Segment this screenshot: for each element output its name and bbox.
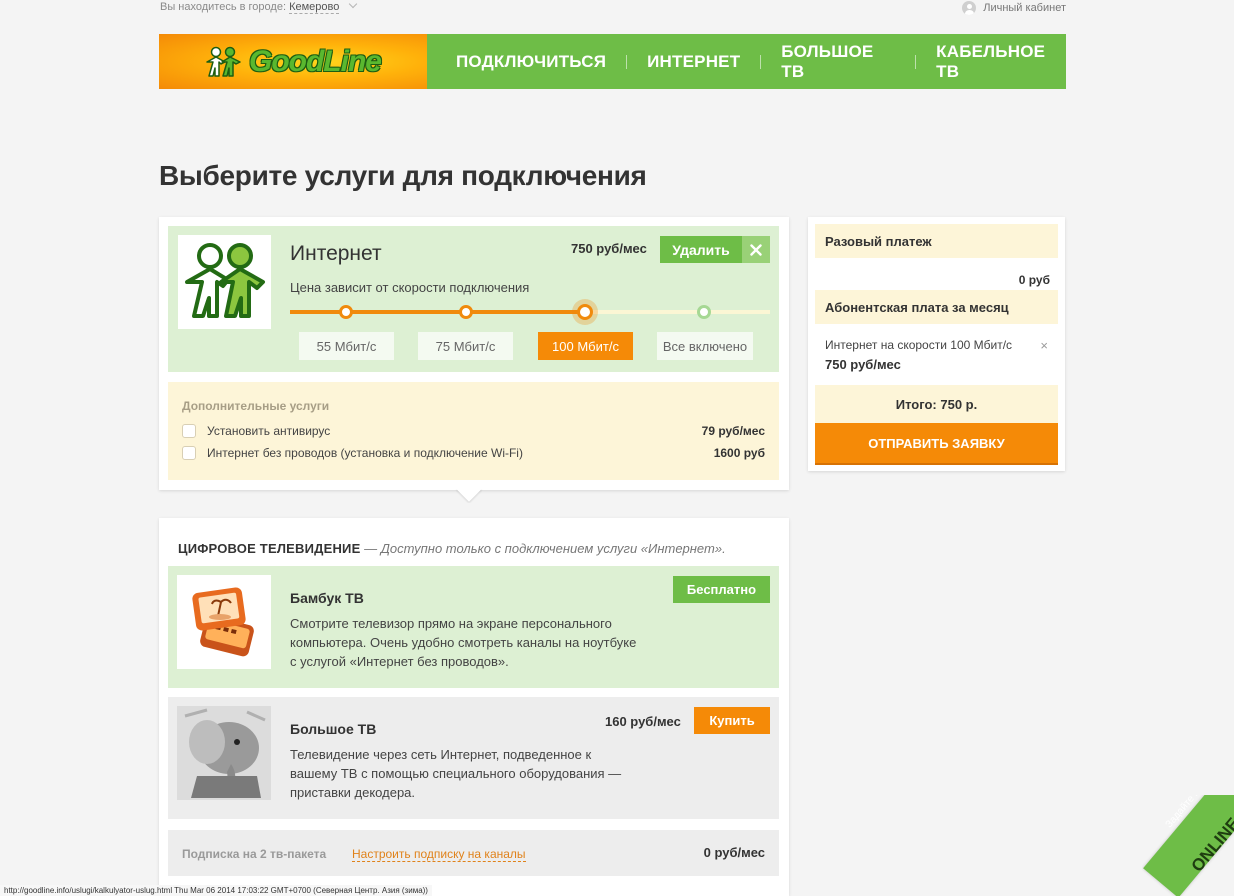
addon-label[interactable]: Установить антивирус xyxy=(207,424,330,438)
digital-tv-note: — Доступно только с подключением услуги … xyxy=(364,541,726,556)
cabinet-label: Личный кабинет xyxy=(983,2,1066,14)
free-button[interactable]: Бесплатно xyxy=(673,576,770,603)
configure-subscription-link[interactable]: Настроить подписку на каналы xyxy=(352,847,526,862)
slider-stop-55[interactable] xyxy=(339,305,353,319)
speed-slider[interactable] xyxy=(290,302,770,322)
monthly-payment-heading: Абонентская плата за месяц xyxy=(815,290,1058,324)
close-icon[interactable] xyxy=(742,236,770,263)
internet-thumbnail xyxy=(178,235,271,329)
subscription-price: 0 руб/мес xyxy=(703,845,765,860)
submit-order-button[interactable]: ОТПРАВИТЬ ЗАЯВКУ xyxy=(815,423,1058,463)
speed-option-all[interactable]: Все включено xyxy=(657,332,753,360)
antivirus-checkbox[interactable] xyxy=(182,424,196,438)
chevron-down-icon[interactable] xyxy=(349,0,358,9)
remove-item-icon[interactable]: × xyxy=(1040,338,1048,353)
logo-people-icon xyxy=(206,46,241,77)
big-tv-description: Телевидение через сеть Интернет, подведе… xyxy=(290,747,622,800)
speed-hint: Цена зависит от скорости подключения xyxy=(290,280,530,295)
slider-stop-all[interactable] xyxy=(697,305,711,319)
speed-option-75[interactable]: 75 Мбит/с xyxy=(418,332,513,360)
nav-item-cable-tv[interactable]: КАБЕЛЬНОЕ ТВ xyxy=(936,42,1066,82)
site-header: GoodLine ПОДКЛЮЧИТЬСЯ ИНТЕРНЕТ БОЛЬШОЕ Т… xyxy=(159,34,1066,89)
page-title: Выберите услуги для подключения xyxy=(159,160,647,191)
personal-cabinet-link[interactable]: Личный кабинет xyxy=(962,1,1066,15)
user-icon xyxy=(962,1,977,15)
bambuk-tv-thumbnail xyxy=(177,575,271,669)
addon-price: 1600 руб xyxy=(713,446,765,460)
internet-service-card: Интернет 750 руб/мес Удалить Цена зависи… xyxy=(168,226,779,372)
nav-divider xyxy=(760,54,762,69)
nav-item-connect[interactable]: ПОДКЛЮЧИТЬСЯ xyxy=(456,52,606,72)
nav-divider xyxy=(915,54,917,69)
tv-subscription-row: Подписка на 2 тв-пакета Настроить подпис… xyxy=(168,830,779,876)
bambuk-tv-description: Смотрите телевизор прямо на экране персо… xyxy=(290,616,637,669)
tv-card-big-tv: Большое ТВ Телевидение через сеть Интерн… xyxy=(168,697,779,819)
online-question-badge[interactable]: Задайте вопрос ONLINE xyxy=(1142,795,1234,896)
total-amount: Итого: 750 р. xyxy=(815,385,1058,423)
big-tv-thumbnail xyxy=(177,706,271,800)
delete-button[interactable]: Удалить xyxy=(660,236,770,263)
browser-status-url: http://goodline.info/uslugi/kalkulyator-… xyxy=(0,885,432,896)
addon-label[interactable]: Интернет без проводов (установка и подкл… xyxy=(207,446,523,460)
big-tv-title: Большое ТВ xyxy=(290,721,377,737)
city-link[interactable]: Кемерово xyxy=(289,1,340,14)
internet-title: Интернет xyxy=(290,242,382,265)
city-selector[interactable]: Вы находитесь в городе: Кемерово xyxy=(160,0,358,14)
buy-button[interactable]: Купить xyxy=(694,707,770,734)
internet-price: 750 руб/мес xyxy=(571,241,647,256)
additional-services: Дополнительные услуги Установить антивир… xyxy=(168,382,779,480)
tablet-tv-icon xyxy=(192,587,254,657)
speed-option-100[interactable]: 100 Мбит/с xyxy=(538,332,633,360)
city-prefix: Вы находитесь в городе: xyxy=(160,1,287,13)
logo-text: GoodLine xyxy=(249,44,382,78)
nav-item-big-tv[interactable]: БОЛЬШОЕ ТВ xyxy=(781,42,895,82)
digital-tv-title: ЦИФРОВОЕ ТЕЛЕВИДЕНИЕ xyxy=(178,541,361,556)
nav-divider xyxy=(626,54,628,69)
slider-track-fill xyxy=(290,310,585,314)
bambuk-tv-title: Бамбук ТВ xyxy=(290,590,364,606)
big-tv-price: 160 руб/мес xyxy=(605,714,681,729)
people-logo-icon xyxy=(184,243,265,318)
delete-button-label: Удалить xyxy=(672,241,730,258)
section-pointer xyxy=(455,489,483,503)
slider-handle[interactable] xyxy=(577,304,593,320)
monthly-item-label: Интернет на скорости 100 Мбит/с xyxy=(825,338,1013,352)
main-nav: ПОДКЛЮЧИТЬСЯ ИНТЕРНЕТ БОЛЬШОЕ ТВ КАБЕЛЬН… xyxy=(427,34,1066,89)
wifi-checkbox[interactable] xyxy=(182,446,196,460)
top-bar: Вы находитесь в городе: Кемерово Личный … xyxy=(160,0,1066,18)
one-time-payment-value: 0 руб xyxy=(1018,273,1050,287)
subscription-label: Подписка на 2 тв-пакета xyxy=(182,847,327,861)
monthly-item-price: 750 руб/мес xyxy=(825,357,901,372)
digital-tv-heading: ЦИФРОВОЕ ТЕЛЕВИДЕНИЕ — Доступно только с… xyxy=(178,541,726,556)
tv-card-bambuk: Бамбук ТВ Смотрите телевизор прямо на эк… xyxy=(168,566,779,688)
addon-row: Установить антивирус 79 руб/мес xyxy=(182,422,765,440)
logo[interactable]: GoodLine xyxy=(159,34,427,89)
monthly-item: Интернет на скорости 100 Мбит/с 750 руб/… xyxy=(815,338,1058,374)
speed-option-55[interactable]: 55 Мбит/с xyxy=(299,332,394,360)
nav-item-internet[interactable]: ИНТЕРНЕТ xyxy=(647,52,740,72)
addons-title: Дополнительные услуги xyxy=(182,399,330,413)
addon-row: Интернет без проводов (установка и подкл… xyxy=(182,444,765,462)
elephant-icon xyxy=(177,706,271,800)
addon-price: 79 руб/мес xyxy=(701,424,765,438)
one-time-payment-heading: Разовый платеж xyxy=(815,224,1058,258)
slider-stop-75[interactable] xyxy=(459,305,473,319)
